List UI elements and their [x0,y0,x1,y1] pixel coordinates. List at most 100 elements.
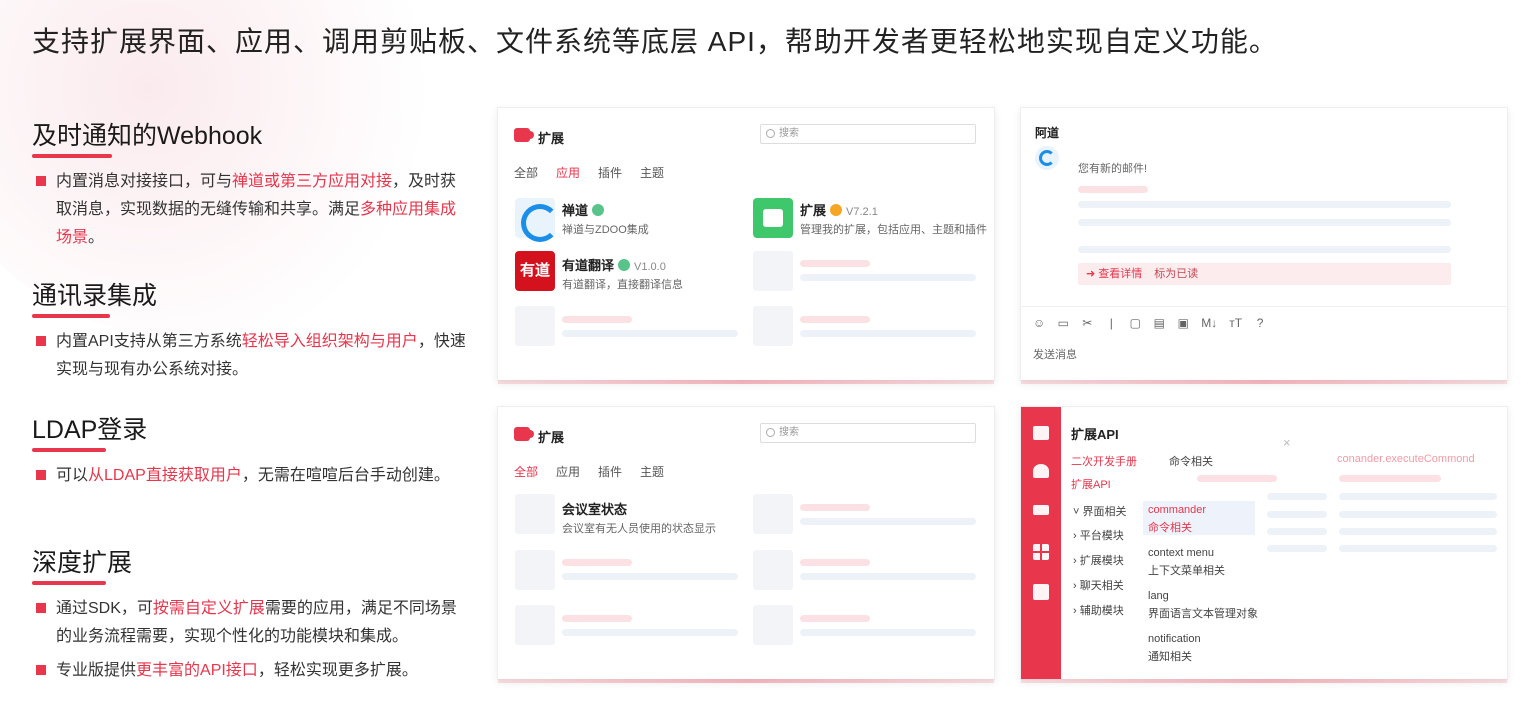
search-input[interactable]: 搜索 [760,124,976,144]
message-toolbar: ☺ ▭ ✂ | ▢ ▤ ▣ M↓ ᴛT ? [1033,316,1266,330]
placeholder-line [1078,186,1148,193]
close-icon[interactable]: × [1283,435,1291,450]
bullet-square-icon [36,176,46,186]
bullet-square-icon [36,336,46,346]
message-text: 您有新的邮件! [1078,163,1148,175]
chat-icon[interactable] [1033,426,1049,440]
placeholder-line [1267,545,1327,552]
page-headline: 支持扩展界面、应用、调用剪贴板、文件系统等底层 API，帮助开发者更轻松地实现自… [32,26,1278,57]
youdao-icon[interactable]: 有道 [515,251,555,291]
tree-item-chat[interactable]: › 聊天相关 [1073,577,1124,593]
zentao-icon[interactable] [515,198,559,242]
section-title: LDAP登录 [32,410,147,452]
puzzle-icon[interactable] [753,198,793,238]
app-desc: 禅道与ZDOO集成 [562,224,649,236]
scissors-icon[interactable]: ✂ [1081,316,1093,330]
chevron-right-icon: › [1073,580,1080,592]
puzzle-icon [514,128,534,142]
chat-card: 阿道 您有新的邮件! ➜ 查看详情 标为已读 ☺ ▭ ✂ | ▢ ▤ ▣ M↓ ᴛ… [1020,107,1508,384]
placeholder-icon [515,550,555,590]
placeholder-icon [515,306,555,346]
placeholder-line [800,330,976,337]
contacts-icon[interactable] [1033,464,1049,478]
placeholder-line [1339,545,1497,552]
tree-item-extension[interactable]: › 扩展模块 [1073,552,1124,568]
tree-item-helpers[interactable]: › 辅助模块 [1073,602,1124,618]
placeholder-icon [753,306,793,346]
section-title: 及时通知的Webhook [32,116,262,158]
bullet-square-icon [36,470,46,480]
tab-plugins[interactable]: 插件 [598,164,622,181]
verified-icon [618,259,631,271]
bullet-square-icon [36,665,46,675]
nav-extension-api[interactable]: 扩展API [1071,476,1111,492]
placeholder-line [562,629,738,636]
app-desc: 管理我的扩展，包括应用、主题和插件 [800,224,987,236]
placeholder-line [800,274,976,281]
mark-read-link[interactable]: 标为已读 [1154,268,1198,280]
placeholder-line [800,316,870,323]
section-ldap: LDAP登录 可以从LDAP直接获取用户，无需在喧喧后台手动创建。 [32,410,472,490]
app-name[interactable]: 有道翻译 V1.0.0 [562,255,666,274]
extension-list-card-2: 扩展 搜索 全部 应用 插件 主题 会议室状态 会议室有无人员使用的状态显示 [497,406,995,683]
placeholder-line [800,629,976,636]
placeholder-line [800,573,976,580]
placeholder-icon [753,550,793,590]
placeholder-line [562,316,632,323]
card-title: 扩展API [1071,427,1119,442]
placeholder-line [562,573,738,580]
tab-apps[interactable]: 应用 [556,463,580,480]
folder-icon[interactable]: ▢ [1129,316,1141,330]
tree-item-ui[interactable]: ˅ 界面相关 [1073,503,1126,519]
bullet-item: 内置API支持从第三方系统轻松导入组织架构与用户，快速实现与现有办公系统对接。 [32,328,472,384]
command-name[interactable]: lang [1148,590,1169,602]
app-name[interactable]: 禅道 [562,200,605,219]
emoji-icon[interactable]: ☺ [1033,316,1045,330]
command-name[interactable]: context menu [1148,547,1214,559]
section-title: 通讯录集成 [32,276,157,318]
font-size-icon[interactable]: ᴛT [1229,316,1242,330]
placeholder-icon [753,251,793,291]
help-icon[interactable]: ? [1254,316,1266,330]
image-icon[interactable]: ▣ [1177,316,1189,330]
tree-item-platform[interactable]: › 平台模块 [1073,527,1124,543]
placeholder-line [1339,511,1497,518]
notification-actions: ➜ 查看详情 标为已读 [1078,263,1451,285]
tab-all[interactable]: 全部 [514,164,538,181]
command-name[interactable]: commander [1148,504,1206,516]
placeholder-line [562,615,632,622]
document-icon[interactable] [1033,584,1049,600]
arrow-right-icon: ➜ [1086,268,1099,280]
placeholder-line [1267,493,1327,500]
title-underline [32,154,112,158]
placeholder-line [1078,219,1451,226]
file-icon[interactable]: ▤ [1153,316,1165,330]
markdown-icon[interactable]: M↓ [1201,316,1217,330]
video-icon[interactable] [1033,505,1049,515]
placeholder-line [800,260,870,267]
screenshot-icon[interactable]: ▭ [1057,316,1069,330]
tab-themes[interactable]: 主题 [640,164,664,181]
tab-all[interactable]: 全部 [514,463,538,480]
send-message-input[interactable]: 发送消息 [1033,346,1077,362]
section-title: 深度扩展 [32,543,132,585]
title-underline [32,314,110,318]
command-name[interactable]: notification [1148,633,1201,645]
search-input[interactable]: 搜索 [760,423,976,443]
tab-apps[interactable]: 应用 [556,164,580,181]
placeholder-line [800,518,976,525]
app-name[interactable]: 扩展 V7.2.1 [800,200,878,219]
app-name[interactable]: 会议室状态 [562,499,627,518]
nav-dev-manual[interactable]: 二次开发手册 [1071,453,1137,469]
title-underline [32,448,106,452]
search-icon [766,428,775,437]
placeholder-line [800,615,870,622]
verified-icon [592,204,605,216]
tab-plugins[interactable]: 插件 [598,463,622,480]
command-desc: 界面语言文本管理对象 [1148,608,1258,620]
tab-themes[interactable]: 主题 [640,463,664,480]
placeholder-line [1267,528,1327,535]
placeholder-line [1078,201,1451,208]
view-details-link[interactable]: 查看详情 [1098,268,1142,280]
apps-grid-icon[interactable] [1033,544,1049,560]
